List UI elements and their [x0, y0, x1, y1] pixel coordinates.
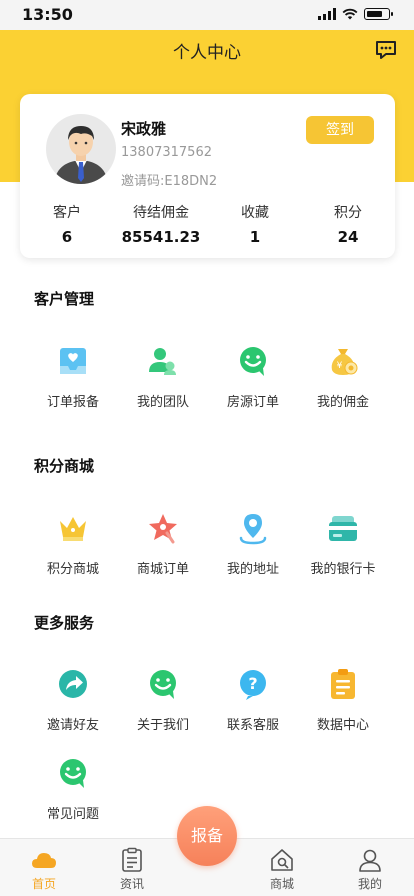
grid-label: 数据中心 — [316, 718, 369, 733]
stat-label: 待结佣金 — [133, 205, 189, 221]
home-cloud-icon — [32, 853, 56, 868]
user-icon — [359, 849, 381, 872]
shop-icon — [271, 849, 293, 871]
grid-label: 常见问题 — [46, 807, 99, 822]
grid-item-points-mall[interactable]: 积分商城 — [28, 511, 118, 577]
grid-item-my-bank-card[interactable]: 我的银行卡 — [298, 511, 388, 577]
location-pin-icon — [239, 514, 267, 545]
wifi-icon — [342, 8, 358, 20]
grid-item-contact-service[interactable]: ? 联系客服 — [208, 667, 298, 733]
grid-item-order-report[interactable]: 订单报备 — [28, 344, 118, 410]
grid-item-my-commission[interactable]: ¥ 我的佣金 — [298, 344, 388, 410]
grid-item-my-team[interactable]: 我的团队 — [118, 344, 208, 410]
stats-row: 客户 6 待结佣金 85541.23 收藏 1 积分 24 — [20, 202, 395, 252]
profile-card: 宋政雅 13807317562 邀请码:E18DN2 签到 客户 6 待结佣金 … — [20, 94, 395, 258]
status-icons — [318, 8, 393, 20]
grid-item-data-center[interactable]: 数据中心 — [298, 667, 388, 733]
svg-text:¥: ¥ — [337, 361, 343, 371]
grid-item-mall-orders[interactable]: 商城订单 — [118, 511, 208, 577]
tab-label: 首页 — [31, 877, 56, 891]
share-arrow-icon — [59, 670, 87, 698]
team-icon — [149, 348, 176, 375]
grid-item-my-address[interactable]: 我的地址 — [208, 511, 298, 577]
avatar[interactable] — [46, 114, 116, 184]
stat-customers[interactable]: 客户 6 — [17, 202, 117, 246]
grid-label: 积分商城 — [46, 562, 99, 577]
grid-label: 我的佣金 — [316, 395, 369, 410]
question-icon: ? — [240, 670, 266, 700]
grid-label: 订单报备 — [46, 395, 99, 410]
news-doc-icon — [122, 847, 142, 872]
chat-smile-icon — [60, 759, 86, 788]
tab-news[interactable]: 资讯 — [97, 839, 167, 892]
tab-label: 我的 — [357, 877, 382, 891]
stat-value: 6 — [61, 228, 73, 246]
report-button[interactable]: 报备 — [177, 806, 237, 866]
stat-points[interactable]: 积分 24 — [298, 202, 398, 246]
chat-smile-icon — [150, 670, 176, 699]
stat-value: 85541.23 — [121, 228, 201, 246]
clipboard-icon — [331, 669, 355, 699]
tab-mine[interactable]: 我的 — [335, 839, 405, 892]
grid-label: 邀请好友 — [46, 718, 99, 733]
crown-icon — [60, 517, 86, 541]
grid-label: 联系客服 — [226, 718, 279, 733]
grid-item-invite-friends[interactable]: 邀请好友 — [28, 667, 118, 733]
stat-label: 积分 — [334, 205, 362, 221]
invite-code: 邀请码:E18DN2 — [121, 174, 218, 189]
status-time: 13:50 — [22, 5, 73, 24]
grid-label: 我的地址 — [226, 562, 279, 577]
chat-smile-icon — [240, 347, 266, 376]
grid-label: 关于我们 — [136, 718, 189, 733]
stat-favorites[interactable]: 收藏 1 — [205, 202, 305, 246]
money-bag-icon: ¥ — [331, 349, 358, 375]
tab-label: 商城 — [269, 877, 294, 891]
section-title-more-services: 更多服务 — [34, 614, 95, 632]
section-title-points-mall: 积分商城 — [34, 457, 95, 475]
page-title: 个人中心 — [173, 43, 241, 63]
grid-item-faq[interactable]: 常见问题 — [28, 756, 118, 822]
heart-inbox-icon — [60, 348, 86, 374]
grid-label: 我的银行卡 — [310, 562, 376, 577]
star-tag-icon — [149, 514, 177, 544]
stat-value: 1 — [249, 228, 261, 246]
grid-label: 商城订单 — [136, 562, 189, 577]
grid-label: 我的团队 — [136, 395, 189, 410]
user-phone: 13807317562 — [121, 145, 212, 160]
stat-pending-commission[interactable]: 待结佣金 85541.23 — [111, 202, 211, 246]
grid-label: 房源订单 — [226, 395, 279, 410]
chat-bubble-icon[interactable] — [374, 38, 398, 62]
tab-label: 资讯 — [119, 877, 144, 891]
grid-item-about-us[interactable]: 关于我们 — [118, 667, 208, 733]
stat-label: 客户 — [53, 205, 81, 221]
checkin-button[interactable]: 签到 — [306, 116, 374, 144]
bank-card-icon — [329, 516, 357, 541]
user-name: 宋政雅 — [121, 120, 167, 138]
stat-label: 收藏 — [241, 205, 269, 221]
battery-icon — [364, 8, 393, 20]
section-title-customer-management: 客户管理 — [34, 290, 95, 308]
stat-value: 24 — [337, 228, 359, 246]
tab-mall[interactable]: 商城 — [247, 839, 317, 892]
svg-text:?: ? — [248, 674, 257, 693]
signal-icon — [318, 8, 336, 20]
tab-home[interactable]: 首页 — [9, 839, 79, 892]
status-bar: 13:50 — [0, 0, 414, 30]
grid-item-property-orders[interactable]: 房源订单 — [208, 344, 298, 410]
